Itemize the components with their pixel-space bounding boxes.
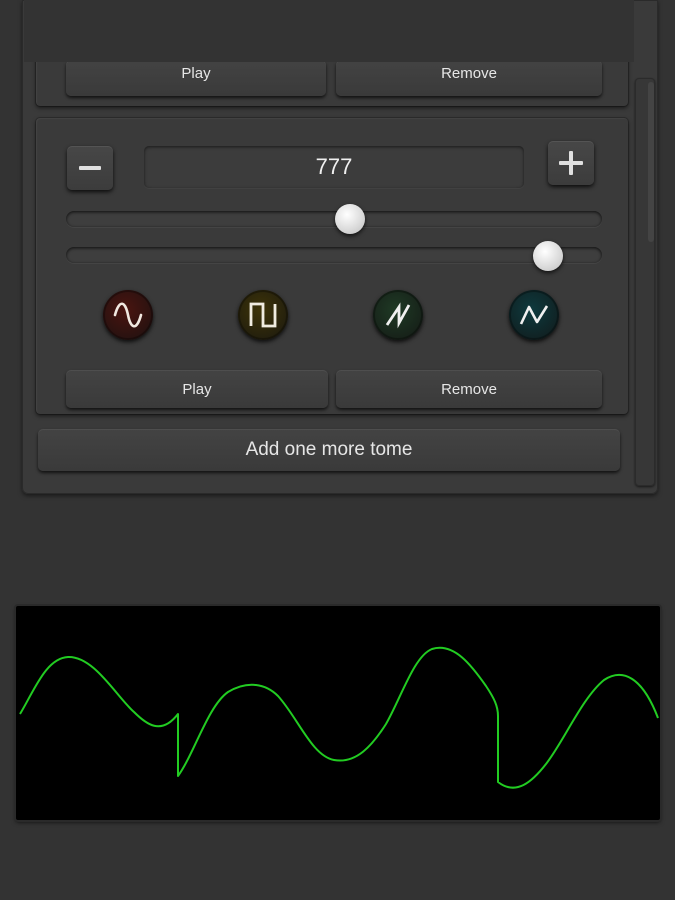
previous-remove-button[interactable]: Remove xyxy=(336,60,602,96)
plus-icon xyxy=(559,151,583,175)
frequency-slider-thumb[interactable] xyxy=(335,204,366,234)
remove-button[interactable]: Remove xyxy=(336,370,602,408)
scroll-clip xyxy=(24,0,634,62)
square-wave-icon xyxy=(249,302,277,328)
sawtooth-wave-icon xyxy=(385,302,411,329)
triangle-wave-button[interactable] xyxy=(509,290,559,340)
sine-wave-icon xyxy=(113,302,143,328)
scrollbar-thumb[interactable] xyxy=(648,82,654,242)
previous-play-button[interactable]: Play xyxy=(66,60,326,96)
decrease-frequency-button[interactable] xyxy=(67,146,113,190)
add-tone-button[interactable]: Add one more tome xyxy=(38,429,620,471)
volume-slider-thumb[interactable] xyxy=(533,241,564,271)
minus-icon xyxy=(79,166,101,170)
frequency-value: 777 xyxy=(315,154,353,179)
sine-wave-button[interactable] xyxy=(103,290,153,340)
add-tone-label: Add one more tome xyxy=(245,439,413,460)
frequency-slider-track[interactable] xyxy=(66,211,602,227)
remove-label: Remove xyxy=(441,380,497,398)
frequency-field[interactable]: 777 xyxy=(144,146,524,188)
volume-slider-track[interactable] xyxy=(66,247,602,263)
triangle-wave-icon xyxy=(519,305,549,325)
play-label: Play xyxy=(182,380,212,398)
sawtooth-wave-button[interactable] xyxy=(373,290,423,340)
waveform-trace xyxy=(19,646,659,789)
previous-play-label: Play xyxy=(181,65,211,82)
square-wave-button[interactable] xyxy=(238,290,288,340)
increase-frequency-button[interactable] xyxy=(548,141,594,185)
oscilloscope-display xyxy=(16,606,660,820)
previous-remove-label: Remove xyxy=(441,65,497,82)
play-button[interactable]: Play xyxy=(66,370,328,408)
